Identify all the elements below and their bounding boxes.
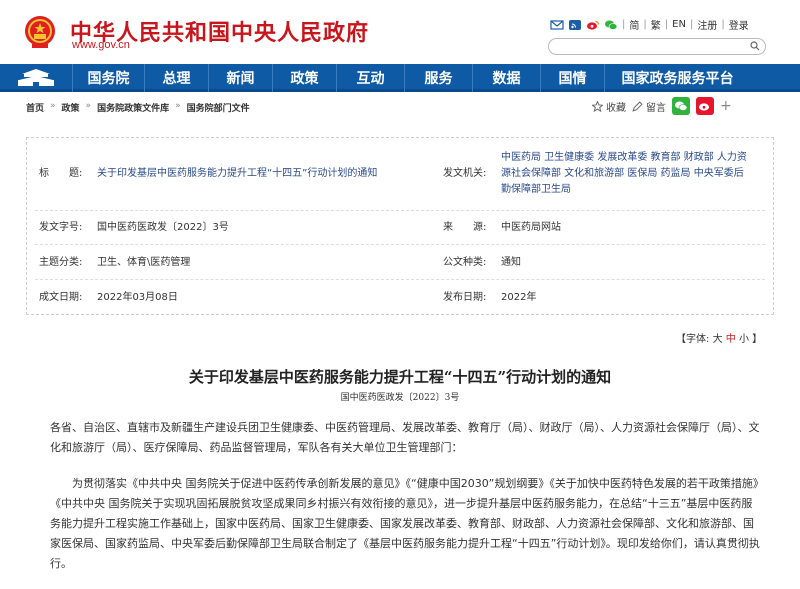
font-size-suffix: 】 — [752, 334, 763, 345]
issuer-value-line1: 中医药局 卫生健康委 发展改革委 教育部 财政部 人力资 — [501, 152, 747, 163]
created-date-label: 成文日期: — [39, 292, 83, 303]
nav-item-national-info[interactable]: 国情 — [540, 64, 604, 92]
doctype-value: 通知 — [501, 257, 521, 268]
nav-item-service-platform[interactable]: 国家政务服务平台 — [604, 64, 750, 92]
nav-item-premier[interactable]: 总理 — [144, 64, 208, 92]
lang-en-link[interactable]: EN — [672, 19, 686, 30]
font-size-large[interactable]: 大 — [713, 334, 723, 345]
nav-home[interactable] — [0, 64, 72, 92]
document-info-table: 标 题: 关于印发基层中医药服务能力提升工程“十四五”行动计划的通知 发文机关:… — [26, 137, 774, 315]
divider — [35, 244, 765, 245]
lang-traditional-link[interactable]: 繁 — [651, 17, 661, 32]
docno-value: 国中医药医政发〔2022〕3号 — [97, 222, 229, 233]
breadcrumb-department-docs[interactable]: 国务院部门文件 — [187, 101, 250, 114]
main-nav: 国务院 总理 新闻 政策 互动 服务 数据 国情 国家政务服务平台 — [0, 64, 800, 92]
title-value: 关于印发基层中医药服务能力提升工程“十四五”行动计划的通知 — [97, 168, 378, 179]
nav-item-news[interactable]: 新闻 — [208, 64, 272, 92]
font-size-medium[interactable]: 中 — [726, 334, 736, 345]
divider: | — [643, 19, 647, 30]
more-share-icon[interactable]: + — [720, 98, 732, 114]
article-paragraph-2: 为贯彻落实《中共中央 国务院关于促进中医药传承创新发展的意见》《“健康中国203… — [50, 477, 760, 570]
breadcrumb-separator: » — [85, 101, 92, 111]
issuer-value-line3: 勤保障部卫生局 — [501, 184, 571, 195]
topic-value: 卫生、体育\医药管理 — [97, 257, 191, 268]
breadcrumb: 首页 » 政策 » 国务院政策文件库 » 国务院部门文件 — [26, 101, 250, 114]
breadcrumb-policy-library[interactable]: 国务院政策文件库 — [97, 101, 169, 114]
nav-item-service[interactable]: 服务 — [404, 64, 472, 92]
article-paragraph-1: 各省、自治区、直辖市及新疆生产建设兵团卫生健康委、中医药管理局、发展改革委、教育… — [50, 421, 760, 454]
register-link[interactable]: 注册 — [697, 17, 717, 32]
breadcrumb-separator: » — [175, 101, 181, 111]
font-size-prefix: 【字体: — [676, 334, 710, 345]
login-link[interactable]: 登录 — [729, 17, 749, 32]
nav-item-state-council[interactable]: 国务院 — [72, 64, 144, 92]
rss-icon[interactable] — [568, 19, 582, 31]
nav-item-policy[interactable]: 政策 — [272, 64, 336, 92]
font-size-small[interactable]: 小 — [739, 334, 749, 345]
favorite-label: 收藏 — [606, 102, 626, 114]
topic-label: 主题分类: — [39, 257, 83, 268]
wechat-icon[interactable] — [604, 19, 618, 31]
mail-icon[interactable] — [550, 19, 564, 31]
comment-button[interactable]: 留言 — [632, 99, 666, 114]
lang-simplified-link[interactable]: 简 — [629, 17, 639, 32]
published-date-value: 2022年 — [501, 292, 537, 303]
share-wechat-button[interactable] — [672, 97, 690, 115]
divider — [35, 210, 765, 211]
divider — [35, 279, 765, 280]
source-label: 来 源: — [443, 222, 487, 233]
divider: | — [721, 19, 725, 30]
article-title: 关于印发基层中医药服务能力提升工程“十四五”行动计划的通知 — [188, 368, 612, 386]
site-url: www.gov.cn — [72, 39, 130, 51]
font-size-selector: 【字体: 大 中 小 】 — [676, 330, 762, 345]
issuer-value-line2: 源社会保障部 文化和旅游部 医保局 药监局 中央军委后 — [501, 168, 744, 179]
tiananmen-icon — [18, 69, 54, 86]
breadcrumb-separator: » — [50, 101, 56, 111]
doctype-label: 公文种类: — [443, 257, 487, 268]
issuer-label: 发文机关: — [443, 168, 487, 179]
created-date-value: 2022年03月08日 — [97, 292, 178, 303]
weibo-icon[interactable] — [586, 19, 600, 31]
pencil-icon — [632, 100, 643, 112]
source-value: 中医药局网站 — [501, 222, 561, 233]
share-weibo-button[interactable] — [696, 97, 714, 115]
star-icon — [592, 100, 603, 112]
weibo-icon — [699, 103, 709, 111]
divider: | — [622, 19, 626, 30]
top-links: | 简 | 繁 | EN | 注册 | 登录 — [550, 17, 749, 32]
search-input[interactable] — [548, 38, 766, 55]
site-header: 中华人民共和国中央人民政府 www.gov.cn | 简 | 繁 | EN | … — [0, 0, 800, 64]
nav-item-interaction[interactable]: 互动 — [336, 64, 404, 92]
breadcrumb-home[interactable]: 首页 — [26, 101, 44, 114]
docno-label: 发文字号: — [39, 222, 83, 233]
favorite-button[interactable]: 收藏 — [592, 99, 626, 114]
divider: | — [664, 19, 669, 30]
wechat-icon — [675, 101, 688, 111]
breadcrumb-policy[interactable]: 政策 — [62, 101, 80, 114]
comment-label: 留言 — [646, 102, 666, 114]
article-tools: 收藏 留言 + — [592, 97, 732, 115]
nav-item-data[interactable]: 数据 — [472, 64, 540, 92]
title-label: 标 题: — [39, 168, 83, 179]
published-date-label: 发布日期: — [443, 292, 487, 303]
search-icon[interactable] — [750, 41, 760, 51]
divider: | — [689, 19, 694, 30]
national-emblem-icon[interactable] — [24, 14, 56, 50]
article-doc-number: 国中医药医政发〔2022〕3号 — [340, 393, 460, 403]
